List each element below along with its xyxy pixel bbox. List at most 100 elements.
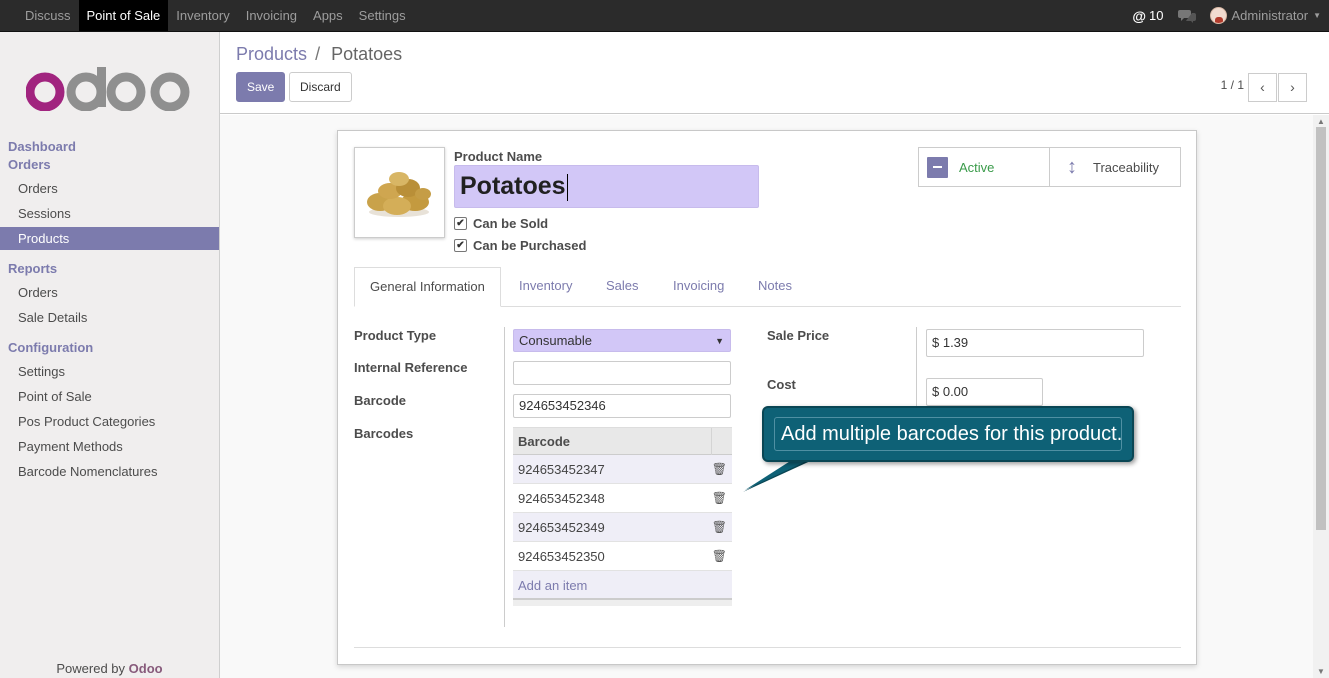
caret-down-icon: ▼	[1313, 11, 1321, 20]
archive-icon	[927, 156, 948, 178]
potatoes-image	[367, 172, 431, 217]
can-be-purchased-label: Can be Purchased	[473, 238, 587, 253]
table-row[interactable]: 924653452349 🗑	[513, 513, 732, 542]
sidebar-item-report-orders[interactable]: Orders	[0, 281, 219, 304]
caret-down-icon: ▼	[715, 336, 724, 346]
internal-reference-input[interactable]	[513, 361, 731, 385]
mentions-button[interactable]: @ 10	[1132, 8, 1163, 24]
sidebar-item-settings[interactable]: Settings	[0, 360, 219, 383]
barcode-cell: 924653452347	[518, 462, 605, 477]
sidebar-item-payment-methods[interactable]: Payment Methods	[0, 435, 219, 458]
menu-settings[interactable]: Settings	[351, 0, 414, 31]
menu-invoicing[interactable]: Invoicing	[238, 0, 305, 31]
sidebar-dashboard[interactable]: Dashboard	[8, 139, 76, 154]
barcode-column-header: Barcode	[518, 434, 571, 449]
scroll-up-icon[interactable]: ▲	[1317, 117, 1325, 126]
powered-by-text: Powered by	[56, 661, 126, 676]
menu-inventory[interactable]: Inventory	[168, 0, 237, 31]
cost-label: Cost	[767, 377, 796, 392]
sidebar-reports-heading[interactable]: Reports	[8, 261, 57, 276]
active-label: Active	[959, 159, 995, 175]
sidebar-item-products[interactable]: Products	[0, 227, 219, 250]
barcode-cell: 924653452348	[518, 491, 605, 506]
sale-price-label: Sale Price	[767, 328, 830, 343]
sidebar-item-sale-details[interactable]: Sale Details	[0, 306, 219, 329]
arrows-vertical-icon: ↕	[1067, 155, 1077, 178]
active-button[interactable]: Active	[919, 148, 1050, 186]
product-type-value: Consumable	[519, 333, 592, 348]
barcode-label: Barcode	[354, 393, 407, 408]
breadcrumb-products[interactable]: Products	[236, 44, 307, 64]
discard-button[interactable]: Discard	[289, 72, 352, 102]
can-be-purchased-field[interactable]: ✔ Can be Purchased	[454, 238, 586, 253]
menu-discuss[interactable]: Discuss	[17, 0, 79, 31]
pager-next-button[interactable]: ›	[1278, 73, 1307, 102]
barcodes-label: Barcodes	[354, 426, 414, 441]
checkbox-checked-icon[interactable]: ✔	[454, 217, 467, 230]
cost-input[interactable]: $ 0.00	[926, 378, 1043, 406]
internal-reference-label: Internal Reference	[354, 360, 468, 375]
app-menu: Discuss Point of Sale Inventory Invoicin…	[17, 0, 414, 31]
tab-sales[interactable]: Sales	[591, 267, 654, 307]
product-type-select[interactable]: Consumable ▼	[513, 329, 731, 352]
traceability-label: Traceability	[1093, 159, 1159, 175]
product-name-label: Product Name	[454, 149, 543, 164]
product-image[interactable]	[354, 147, 445, 238]
tab-notes[interactable]: Notes	[743, 267, 807, 307]
smart-buttons: Active ↕ Traceability	[918, 147, 1181, 187]
chevron-left-icon: ‹	[1260, 79, 1265, 95]
sheet-divider	[354, 647, 1181, 648]
sale-price-input[interactable]: $ 1.39	[926, 329, 1144, 357]
scroll-down-icon[interactable]: ▼	[1317, 667, 1325, 676]
messages-button[interactable]	[1177, 9, 1196, 23]
traceability-button[interactable]: ↕ Traceability	[1050, 148, 1180, 186]
sidebar-item-pos-categories[interactable]: Pos Product Categories	[0, 410, 219, 433]
pager-previous-button[interactable]: ‹	[1248, 73, 1277, 102]
product-type-label: Product Type	[354, 328, 437, 343]
user-name: Administrator	[1231, 8, 1309, 23]
tab-inventory[interactable]: Inventory	[504, 267, 587, 307]
menu-apps[interactable]: Apps	[305, 0, 351, 31]
user-menu[interactable]: Administrator ▼	[1209, 7, 1321, 24]
table-header[interactable]: Barcode	[513, 427, 732, 455]
trash-icon[interactable]: 🗑	[712, 542, 727, 571]
table-row[interactable]: 924653452350 🗑	[513, 542, 732, 571]
text-caret	[566, 173, 568, 201]
control-panel: Products / Potatoes Save Discard 1 / 1 ‹…	[220, 32, 1329, 114]
sidebar-configuration-heading[interactable]: Configuration	[8, 340, 93, 355]
mentions-count: 10	[1149, 8, 1164, 23]
at-icon: @	[1132, 7, 1147, 24]
sidebar-item-barcode-nomenclatures[interactable]: Barcode Nomenclatures	[0, 460, 219, 483]
trash-icon[interactable]: 🗑	[712, 513, 727, 542]
pager-value[interactable]: 1 / 1	[1221, 78, 1244, 92]
trash-icon[interactable]: 🗑	[712, 455, 727, 484]
sidebar-item-sessions[interactable]: Sessions	[0, 202, 219, 225]
sidebar-item-point-of-sale[interactable]: Point of Sale	[0, 385, 219, 408]
scrollbar-thumb[interactable]	[1316, 127, 1326, 530]
table-row[interactable]: 924653452347 🗑	[513, 455, 732, 484]
checkbox-checked-icon[interactable]: ✔	[454, 239, 467, 252]
table-row[interactable]: 924653452348 🗑	[513, 484, 732, 513]
trash-icon[interactable]: 🗑	[712, 484, 727, 513]
tab-general-information[interactable]: General Information	[354, 267, 501, 307]
menu-point-of-sale[interactable]: Point of Sale	[78, 0, 169, 31]
can-be-sold-field[interactable]: ✔ Can be Sold	[454, 216, 548, 231]
breadcrumb: Products / Potatoes	[236, 44, 402, 65]
scrollbar[interactable]: ▲ ▼	[1313, 115, 1329, 678]
tab-invoicing[interactable]: Invoicing	[658, 267, 739, 307]
systray: @ 10 Administrator ▼	[1118, 0, 1321, 31]
barcode-input[interactable]: 924653452346	[513, 394, 731, 418]
add-item-link[interactable]: Add an item	[513, 571, 732, 600]
powered-by: Powered by Odoo	[0, 661, 219, 676]
barcodes-table: Barcode 924653452347 🗑 924653452348 🗑 92…	[513, 427, 732, 606]
column-divider	[504, 327, 505, 627]
barcode-cell: 924653452350	[518, 549, 605, 564]
sidebar: Dashboard Orders Orders Sessions Product…	[0, 32, 220, 678]
product-name-input[interactable]: Potatoes	[454, 165, 759, 208]
breadcrumb-separator: /	[315, 44, 321, 64]
chat-icon	[1177, 9, 1196, 23]
sidebar-item-orders[interactable]: Orders	[0, 177, 219, 200]
powered-by-link[interactable]: Odoo	[129, 661, 163, 676]
save-button[interactable]: Save	[236, 72, 286, 102]
sidebar-orders-heading[interactable]: Orders	[8, 157, 51, 172]
